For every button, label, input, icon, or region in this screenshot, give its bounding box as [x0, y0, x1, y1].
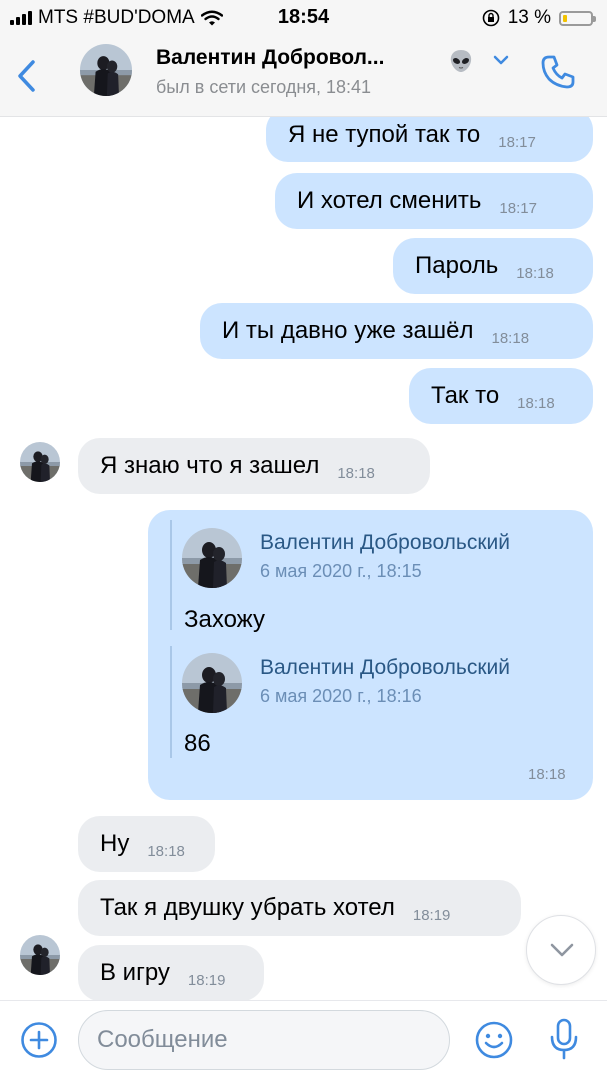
message-bubble[interactable]: Пароль 18:18	[393, 238, 593, 294]
forward-quote-line	[170, 646, 172, 758]
message-time: 18:17	[498, 133, 536, 151]
message-text: Я не тупой так то	[288, 121, 481, 148]
alien-emoji-icon	[448, 48, 474, 79]
message-bubble[interactable]: Я не тупой так то 18:17	[266, 117, 593, 162]
message-time: 18:18	[491, 329, 530, 347]
forward-text: Захожу	[184, 606, 265, 633]
status-bar: MTS #BUD'DOMA 18:54 13 %	[0, 0, 607, 36]
forward-author[interactable]: Валентин Добровольский	[260, 531, 510, 555]
battery-percent: 13 %	[507, 7, 551, 28]
message-input-placeholder: Сообщение	[97, 1026, 228, 1053]
forwarded-messages[interactable]: Валентин Добровольский 6 мая 2020 г., 18…	[148, 510, 593, 800]
scroll-down-icon	[550, 943, 574, 957]
message-time: 18:18	[517, 394, 555, 412]
plus-icon[interactable]	[20, 1021, 58, 1059]
forward-date: 6 мая 2020 г., 18:15	[260, 561, 422, 581]
message-text: Так я двушку убрать хотел	[100, 894, 395, 921]
message-time: 18:19	[412, 906, 451, 924]
message-text: Я знаю что я зашел	[100, 452, 320, 479]
sender-avatar[interactable]	[20, 442, 60, 482]
message-bubble[interactable]: И ты давно уже зашёл 18:18	[200, 303, 593, 359]
chevron-down-icon[interactable]	[492, 54, 510, 66]
message-text: И ты давно уже зашёл	[222, 317, 474, 344]
phone-icon[interactable]	[540, 54, 576, 90]
status-right: 13 %	[482, 7, 596, 29]
message-time: 18:18	[528, 766, 566, 783]
forward-quote-line	[170, 520, 172, 630]
sender-avatar[interactable]	[20, 935, 60, 975]
contact-avatar[interactable]	[80, 44, 132, 96]
smile-icon[interactable]	[474, 1020, 514, 1060]
message-text: И хотел сменить	[297, 187, 482, 214]
message-bubble[interactable]: Так я двушку убрать хотел 18:19	[78, 880, 521, 936]
message-text: Пароль	[415, 252, 499, 279]
message-bubble[interactable]: И хотел сменить 18:17	[275, 173, 593, 229]
message-composer: Сообщение	[0, 1000, 607, 1081]
message-time: 18:19	[187, 971, 226, 989]
forward-avatar[interactable]	[182, 528, 242, 588]
last-seen-status: был в сети сегодня, 18:41	[156, 77, 372, 97]
message-text: Так то	[431, 382, 500, 409]
scroll-down-button[interactable]	[526, 915, 596, 985]
contact-name[interactable]: Валентин Добровол...	[156, 46, 384, 70]
message-time: 18:18	[516, 264, 554, 282]
back-icon[interactable]	[14, 56, 38, 96]
forward-avatar[interactable]	[182, 653, 242, 713]
forward-text: 86	[184, 730, 211, 757]
forward-date: 6 мая 2020 г., 18:16	[260, 686, 422, 706]
message-bubble[interactable]: Я знаю что я зашел 18:18	[78, 438, 430, 494]
microphone-icon[interactable]	[548, 1017, 580, 1061]
message-text: Ну	[100, 830, 130, 857]
chat-header: Валентин Добровол... был в сети сегодня,…	[0, 36, 607, 117]
forward-author[interactable]: Валентин Добровольский	[260, 656, 510, 680]
message-time: 18:18	[337, 464, 375, 482]
message-bubble[interactable]: Ну 18:18	[78, 816, 215, 872]
battery-icon	[559, 10, 596, 26]
message-text: В игру	[100, 959, 170, 986]
message-bubble[interactable]: Так то 18:18	[409, 368, 593, 424]
message-bubble[interactable]: В игру 18:19	[78, 945, 264, 1000]
message-list[interactable]: Я не тупой так то 18:17 И хотел сменить …	[0, 117, 607, 1000]
message-time: 18:18	[147, 842, 185, 860]
orientation-lock-icon	[482, 9, 499, 27]
message-input[interactable]: Сообщение	[78, 1010, 450, 1070]
message-time: 18:17	[499, 199, 537, 217]
